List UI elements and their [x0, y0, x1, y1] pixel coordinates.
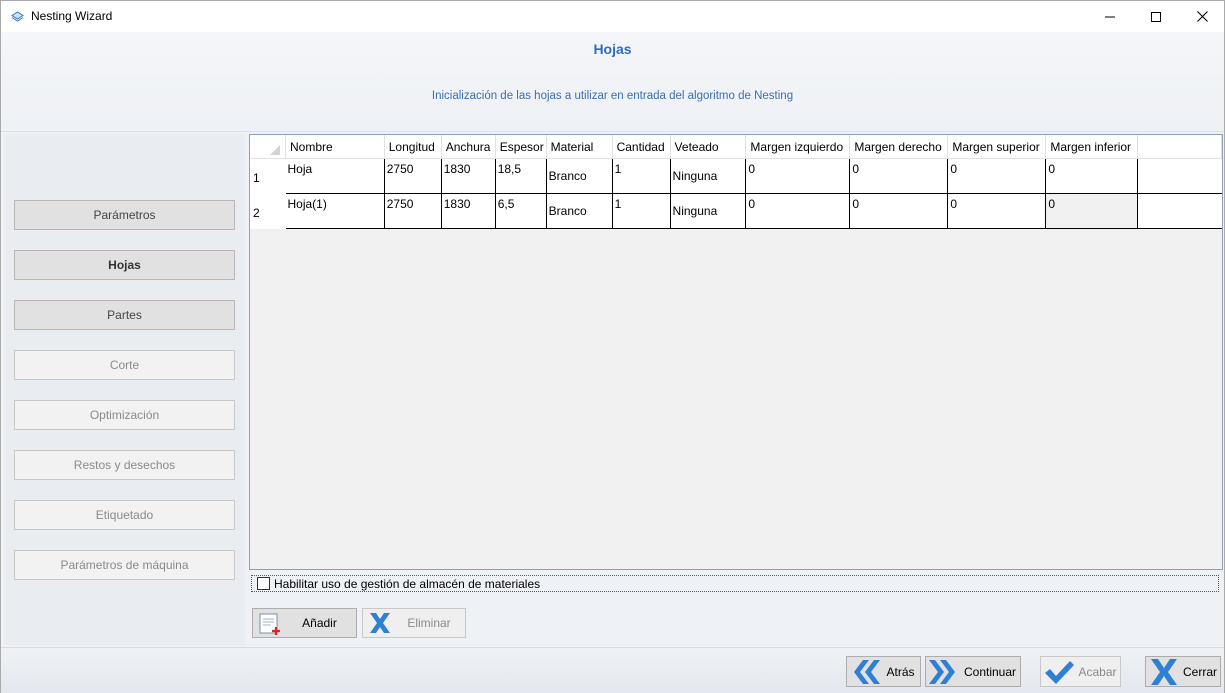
table-cell[interactable]: 1 [612, 193, 671, 229]
column-header[interactable]: Margen inferior [1045, 135, 1139, 159]
minimize-button[interactable] [1087, 1, 1133, 32]
double-chevron-right-icon [929, 659, 955, 684]
column-header-filler [1137, 135, 1222, 159]
checkmark-icon [1045, 660, 1074, 684]
table-cell[interactable]: 0 [745, 193, 851, 229]
back-button[interactable]: Atrás [846, 656, 921, 687]
minimize-icon [1105, 16, 1115, 17]
select-all-icon [270, 145, 280, 155]
storage-management-option[interactable]: Habilitar uso de gestión de almacén de m… [251, 575, 1219, 592]
column-header[interactable]: Veteado [670, 135, 747, 159]
column-header[interactable]: Margen derecho [849, 135, 949, 159]
step-partes-button[interactable]: Partes [14, 300, 235, 330]
sheets-table: Nombre Longitud Anchura Espesor Material… [250, 135, 1222, 229]
column-header[interactable]: Cantidad [612, 135, 671, 159]
step-parametros-maquina-button[interactable]: Parámetros de máquina [14, 550, 235, 580]
finish-button[interactable]: Acabar [1040, 656, 1121, 687]
maximize-icon [1151, 11, 1161, 22]
double-chevron-left-icon [854, 659, 880, 684]
table-cell-selected[interactable]: 0 [1045, 193, 1139, 229]
table-row[interactable]: 1 Hoja 2750 1830 18,5 Branco 1 Ninguna 0… [250, 158, 1222, 194]
table-cell[interactable]: 6,5 [495, 193, 547, 229]
table-cell[interactable]: 0 [947, 193, 1047, 229]
add-document-icon [259, 613, 280, 635]
step-etiquetado-button[interactable]: Etiquetado [14, 500, 235, 530]
page-subtitle: Inicialización de las hojas a utilizar e… [431, 90, 794, 102]
table-cell[interactable]: Ninguna [670, 193, 747, 229]
table-cell[interactable]: Hoja(1) [285, 193, 385, 229]
table-cell[interactable]: Branco [546, 193, 613, 229]
sheets-grid[interactable]: Nombre Longitud Anchura Espesor Material… [249, 134, 1223, 570]
grid-header-row: Nombre Longitud Anchura Espesor Material… [250, 135, 1222, 159]
continue-button[interactable]: Continuar [925, 656, 1021, 687]
step-optimizacion-button[interactable]: Optimización [14, 400, 235, 430]
column-header[interactable]: Longitud [384, 135, 442, 159]
app-icon [11, 11, 24, 22]
row-header[interactable]: 2 [250, 193, 286, 229]
window-title: Nesting Wizard [31, 9, 113, 23]
table-cell[interactable]: 2750 [384, 193, 442, 229]
storage-management-checkbox[interactable] [257, 577, 270, 590]
column-header[interactable]: Margen superior [947, 135, 1047, 159]
close-button[interactable]: Cerrar [1145, 656, 1221, 687]
close-window-button[interactable] [1179, 1, 1225, 32]
column-header[interactable]: Material [546, 135, 613, 159]
nesting-wizard-window: Nesting Wizard Hojas Inicialización de l… [0, 0, 1225, 693]
step-hojas-button[interactable]: Hojas [14, 250, 235, 280]
column-header[interactable]: Anchura [441, 135, 496, 159]
finish-label: Acabar [1078, 664, 1117, 679]
close-label: Cerrar [1182, 664, 1217, 679]
table-cell[interactable]: 1830 [441, 193, 496, 229]
table-cell[interactable]: Branco [546, 158, 613, 194]
table-cell[interactable]: 0 [745, 158, 851, 194]
table-cell[interactable]: Hoja [285, 158, 385, 194]
table-cell[interactable]: 0 [849, 193, 949, 229]
delete-sheet-label: Eliminar [407, 616, 451, 630]
table-cell[interactable]: 2750 [384, 158, 442, 194]
table-row[interactable]: 2 Hoja(1) 2750 1830 6,5 Branco 1 Ninguna… [250, 193, 1222, 229]
wizard-steps-sidebar: Parámetros Hojas Partes Corte Optimizaci… [4, 134, 245, 645]
table-cell[interactable]: Ninguna [670, 158, 747, 194]
table-cell[interactable]: 18,5 [495, 158, 547, 194]
add-sheet-label: Añadir [302, 616, 337, 630]
column-header[interactable]: Margen izquierdo [745, 135, 851, 159]
close-icon [1196, 11, 1208, 22]
grid-corner[interactable] [250, 135, 286, 159]
step-restos-button[interactable]: Restos y desechos [14, 450, 235, 480]
row-filler [1137, 193, 1222, 229]
back-label: Atrás [886, 664, 915, 679]
delete-sheet-button[interactable]: Eliminar [362, 608, 466, 638]
wizard-header: Hojas Inicialización de las hojas a util… [1, 32, 1224, 132]
wizard-content: Parámetros Hojas Partes Corte Optimizaci… [1, 132, 1224, 647]
table-cell[interactable]: 0 [947, 158, 1047, 194]
table-cell[interactable]: 1830 [441, 158, 496, 194]
table-cell[interactable]: 1 [612, 158, 671, 194]
title-bar: Nesting Wizard [1, 1, 1224, 32]
row-filler [1137, 158, 1222, 194]
table-cell[interactable]: 0 [1045, 158, 1139, 194]
column-header[interactable]: Nombre [285, 135, 385, 159]
close-x-icon [1151, 658, 1177, 685]
continue-label: Continuar [963, 664, 1017, 679]
step-corte-button[interactable]: Corte [14, 350, 235, 380]
page-title: Hojas [593, 41, 632, 57]
table-cell[interactable]: 0 [849, 158, 949, 194]
wizard-footer: Atrás Continuar Acabar Cerrar [1, 647, 1224, 693]
storage-management-label: Habilitar uso de gestión de almacén de m… [274, 576, 541, 591]
maximize-button[interactable] [1133, 1, 1179, 32]
delete-x-icon [370, 613, 390, 633]
row-header[interactable]: 1 [250, 158, 286, 194]
add-sheet-button[interactable]: Añadir [252, 608, 357, 638]
column-header[interactable]: Espesor [495, 135, 547, 159]
step-parametros-button[interactable]: Parámetros [14, 200, 235, 230]
